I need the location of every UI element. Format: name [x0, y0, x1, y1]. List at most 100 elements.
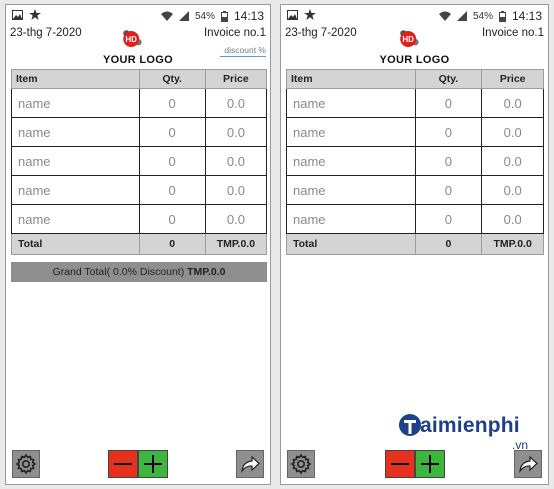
battery-percent: 54% — [194, 10, 215, 22]
total-row: Total 0 TMP.0.0 — [11, 233, 268, 255]
status-bar: 54% 14:13 — [281, 5, 548, 27]
share-arrow-icon — [519, 455, 538, 474]
logo: HD YOUR LOGO — [380, 27, 450, 67]
table-row: name 0 0.0 — [286, 117, 544, 147]
add-row-button[interactable] — [414, 450, 445, 478]
total-qty: 0 — [414, 233, 483, 255]
item-name-input[interactable]: name — [286, 88, 416, 118]
column-header-qty: Qty. — [414, 69, 483, 89]
table-header-row: Item Qty. Price — [11, 69, 268, 89]
invoice-date: 23-thg 7-2020 — [285, 27, 357, 39]
star-notification-icon — [29, 9, 41, 20]
grand-total-bar: Grand Total( 0.0% Discount) TMP.0.0 — [11, 262, 267, 282]
column-header-item: Item — [286, 69, 416, 89]
wifi-icon — [438, 11, 451, 21]
table-row: name 0 0.0 — [286, 175, 544, 205]
item-price-input[interactable]: 0.0 — [204, 88, 268, 118]
add-row-button[interactable] — [138, 450, 168, 478]
item-price-input[interactable]: 0.0 — [481, 204, 544, 234]
settings-button[interactable] — [287, 450, 315, 478]
grand-total-label: Grand Total( 0.0% Discount) — [52, 266, 185, 278]
total-row: Total 0 TMP.0.0 — [286, 233, 544, 255]
column-header-price: Price — [481, 69, 544, 89]
remove-row-button[interactable] — [108, 450, 138, 478]
image-notification-icon — [287, 9, 298, 20]
battery-icon — [498, 10, 506, 22]
item-price-input[interactable]: 0.0 — [204, 117, 268, 147]
item-name-input[interactable]: name — [11, 175, 140, 205]
grand-total-value: TMP.0.0 — [187, 266, 226, 278]
item-name-input[interactable]: name — [286, 204, 416, 234]
remove-row-button[interactable] — [384, 450, 415, 478]
item-qty-input[interactable]: 0 — [414, 117, 483, 147]
item-price-input[interactable]: 0.0 — [204, 204, 268, 234]
item-name-input[interactable]: name — [11, 117, 140, 147]
share-button[interactable] — [236, 450, 264, 478]
item-qty-input[interactable]: 0 — [414, 146, 483, 176]
gear-icon — [15, 453, 37, 475]
share-button[interactable] — [514, 450, 542, 478]
column-header-item: Item — [11, 69, 140, 89]
star-notification-icon — [304, 9, 316, 20]
item-qty-input[interactable]: 0 — [414, 204, 483, 234]
status-time: 14:13 — [511, 9, 542, 23]
svg-text:HD: HD — [402, 35, 414, 44]
share-arrow-icon — [241, 455, 260, 474]
status-bar: 54% 14:13 — [6, 5, 270, 27]
table-row: name 0 0.0 — [11, 88, 268, 118]
signal-icon — [178, 11, 189, 21]
item-name-input[interactable]: name — [11, 88, 140, 118]
item-price-input[interactable]: 0.0 — [481, 175, 544, 205]
battery-icon — [220, 10, 228, 22]
item-price-input[interactable]: 0.0 — [481, 117, 544, 147]
footer-toolbar — [6, 446, 270, 484]
item-price-input[interactable]: 0.0 — [481, 88, 544, 118]
item-name-input[interactable]: name — [286, 175, 416, 205]
discount-input[interactable]: discount % — [220, 45, 266, 57]
item-qty-input[interactable]: 0 — [138, 204, 206, 234]
settings-button[interactable] — [12, 450, 40, 478]
phone-screen-left: 54% 14:13 23-thg 7-2020 HD YOUR LOGO Inv… — [5, 4, 271, 485]
item-name-input[interactable]: name — [286, 117, 416, 147]
logo-text: YOUR LOGO — [103, 54, 173, 66]
item-qty-input[interactable]: 0 — [138, 117, 206, 147]
table-row: name 0 0.0 — [11, 175, 268, 205]
table-row: name 0 0.0 — [286, 146, 544, 176]
status-time: 14:13 — [233, 9, 264, 23]
invoice-table: Item Qty. Price name 0 0.0 name 0 0.0 na… — [11, 69, 268, 255]
table-row: name 0 0.0 — [11, 117, 268, 147]
item-name-input[interactable]: name — [11, 146, 140, 176]
gear-icon — [290, 453, 312, 475]
item-qty-input[interactable]: 0 — [138, 88, 206, 118]
table-row: name 0 0.0 — [11, 146, 268, 176]
item-qty-input[interactable]: 0 — [138, 146, 206, 176]
logo-hd-icon: HD — [123, 30, 142, 47]
item-price-input[interactable]: 0.0 — [204, 146, 268, 176]
quantity-stepper — [384, 450, 445, 478]
invoice-number: Invoice no.1 — [203, 27, 266, 39]
logo-text: YOUR LOGO — [379, 54, 450, 66]
total-price: TMP.0.0 — [204, 233, 268, 255]
logo: HD YOUR LOGO — [103, 27, 173, 67]
item-qty-input[interactable]: 0 — [414, 175, 483, 205]
item-qty-input[interactable]: 0 — [414, 88, 483, 118]
item-price-input[interactable]: 0.0 — [204, 175, 268, 205]
battery-percent: 54% — [472, 10, 493, 22]
invoice-header: 23-thg 7-2020 HD YOUR LOGO Invoice no.1 … — [6, 27, 270, 69]
item-qty-input[interactable]: 0 — [138, 175, 206, 205]
item-name-input[interactable]: name — [11, 204, 140, 234]
total-price: TMP.0.0 — [481, 233, 544, 255]
table-row: name 0 0.0 — [11, 204, 268, 234]
logo-hd-icon: HD — [399, 30, 419, 47]
item-name-input[interactable]: name — [286, 146, 416, 176]
item-price-input[interactable]: 0.0 — [481, 146, 544, 176]
column-header-qty: Qty. — [138, 69, 206, 89]
invoice-date: 23-thg 7-2020 — [10, 27, 82, 39]
total-label: Total — [11, 233, 140, 255]
total-qty: 0 — [138, 233, 206, 255]
wifi-icon — [160, 11, 173, 21]
svg-text:HD: HD — [125, 35, 137, 44]
total-label: Total — [286, 233, 416, 255]
quantity-stepper — [108, 450, 168, 478]
watermark-suffix: .vn — [512, 438, 529, 452]
